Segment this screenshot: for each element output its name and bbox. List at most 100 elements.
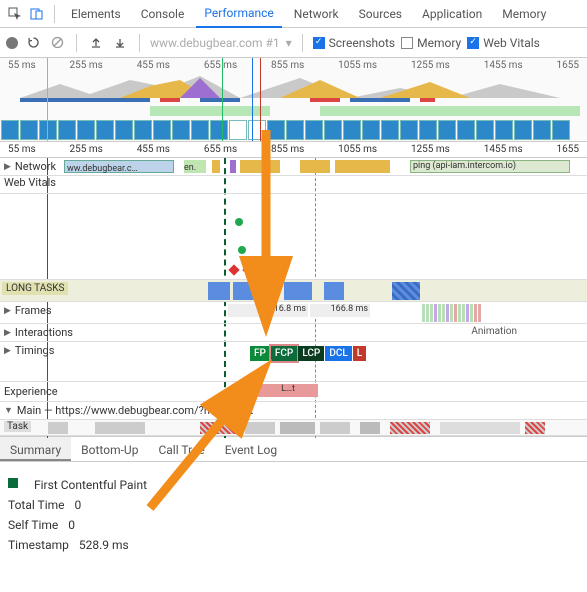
long-task[interactable] [284,282,312,300]
tab-console[interactable]: Console [133,1,193,27]
expand-icon[interactable]: ▶ [4,162,11,172]
overview-net [0,98,587,104]
experience-label: Experience [4,385,58,398]
flamechart-area[interactable]: ▶Network ww.debugbear.c… en. ping (api-i… [0,158,587,436]
total-time-label: Total Time [8,498,65,512]
frames-label: Frames [15,304,52,317]
network-request[interactable]: ping (api-iam.intercom.io) [410,160,570,173]
tick: 655 ms [204,144,237,155]
tab-eventlog[interactable]: Event Log [215,437,287,461]
tick: 1255 ms [411,60,450,71]
timing-fcp[interactable]: FCP [271,346,297,361]
frame-segment[interactable]: 216.8 ms [228,304,308,317]
network-request[interactable] [335,160,390,173]
network-request[interactable] [300,160,330,173]
expand-icon[interactable]: ▶ [4,328,11,338]
total-time-value: 0 [75,498,82,512]
timing-lcp[interactable]: LCP [298,346,324,361]
animation-bars [422,304,482,322]
performance-toolbar: www.debugbear.com #1 ▾ ✓ Screenshots Mem… [0,28,587,58]
webvitals-checkbox[interactable]: ✓ Web Vitals [467,36,540,50]
webvitals-track-header[interactable]: Web Vitals [0,176,587,194]
overview-heap [0,106,587,118]
device-toggle-icon[interactable] [28,5,46,23]
webvitals-label: Web Vitals [483,36,540,50]
recording-name[interactable]: www.debugbear.com #1 [150,36,280,50]
network-request[interactable] [230,160,236,173]
reload-icon[interactable] [24,34,42,52]
frame-segment[interactable]: 166.8 ms [310,304,370,317]
tab-network[interactable]: Network [286,1,347,27]
upload-icon[interactable] [87,34,105,52]
devtools-top-toolbar: Elements Console Performance Network Sou… [0,0,587,28]
screenshots-checkbox[interactable]: ✓ Screenshots [313,36,395,50]
record-button[interactable] [6,37,18,49]
tab-application[interactable]: Application [414,1,490,27]
tab-elements[interactable]: Elements [63,1,129,27]
task-track[interactable]: Task [0,420,587,436]
tab-performance[interactable]: Performance [196,0,281,28]
long-task[interactable] [392,282,420,300]
req-label: ww.debugbear.c… [65,164,138,174]
expand-icon[interactable]: ▶ [4,346,11,356]
network-request[interactable] [240,160,280,173]
network-track[interactable]: ▶Network ww.debugbear.c… en. ping (api-i… [0,158,587,176]
longtasks-track[interactable]: LONG TASKS [0,280,587,302]
total-time-row: Total Time 0 [8,498,579,512]
memory-checkbox[interactable]: Memory [401,36,461,50]
timings-label: Timings [15,344,55,357]
tab-calltree[interactable]: Call Tree [148,437,214,461]
frames-track[interactable]: ▶ Frames 216.8 ms 166.8 ms [0,302,587,324]
network-request[interactable]: en. [184,160,206,173]
tick: 1455 ms [484,144,523,155]
expand-icon[interactable]: ▶ [4,306,11,316]
tick: 255 ms [70,144,103,155]
long-task[interactable] [208,282,230,300]
download-icon[interactable] [111,34,129,52]
timings-track[interactable]: ▶ Timings FPFCPLCPDCLL [0,342,587,382]
separator [302,34,303,52]
network-request[interactable] [212,160,220,173]
tick: 855 ms [271,144,304,155]
checkbox-icon: ✓ [313,37,325,49]
timing-dcl[interactable]: DCL [325,346,351,361]
clear-icon[interactable] [48,34,66,52]
frame-time: 216.8 ms [269,304,306,314]
webvitals-canvas[interactable] [0,194,587,280]
long-task[interactable] [324,282,344,300]
interactions-track[interactable]: ▶Interactions Animation [0,324,587,342]
tab-memory[interactable]: Memory [494,1,554,27]
timing-l[interactable]: L [353,346,366,361]
timestamp-value: 528.9 ms [79,538,129,552]
tab-sources[interactable]: Sources [351,1,410,27]
webvitals-label: Web Vitals [4,176,56,189]
vital-dot[interactable] [235,218,243,226]
overview-filmstrip [0,120,587,140]
overview-timeline[interactable]: 55 ms 255 ms 455 ms 655 ms 855 ms 1055 m… [0,58,587,142]
inspect-icon[interactable] [6,5,24,23]
experience-track[interactable]: Experience L…t [0,382,587,402]
flamechart-ruler[interactable]: 55 ms 255 ms 455 ms 655 ms 855 ms 1055 m… [0,142,587,158]
expand-icon[interactable]: ▼ [4,405,13,416]
tick: 1255 ms [411,144,450,155]
vital-dot[interactable] [238,246,246,254]
timestamp-label: Timestamp [8,538,69,552]
tick: 1655 [557,60,579,71]
exp-text: L…t [281,384,295,394]
vital-diamond[interactable] [228,264,239,275]
tab-bottomup[interactable]: Bottom-Up [71,437,148,461]
dropdown-icon[interactable]: ▾ [286,36,292,50]
tick: 855 ms [271,60,304,71]
tab-summary[interactable]: Summary [0,437,71,461]
network-request[interactable]: ww.debugbear.c… [64,160,174,173]
vital-diamond[interactable] [242,264,253,275]
marker-line [222,58,223,141]
self-time-value: 0 [68,518,75,532]
long-task[interactable] [233,282,255,300]
timing-fp[interactable]: FP [250,346,270,361]
main-track-header[interactable]: ▼Main — https://www.debugbear.com/?nored… [0,402,587,420]
experience-segment[interactable]: L…t [258,384,318,397]
checkbox-icon: ✓ [467,37,479,49]
tick: 55 ms [8,144,36,155]
animation-label: Animation [471,326,517,337]
